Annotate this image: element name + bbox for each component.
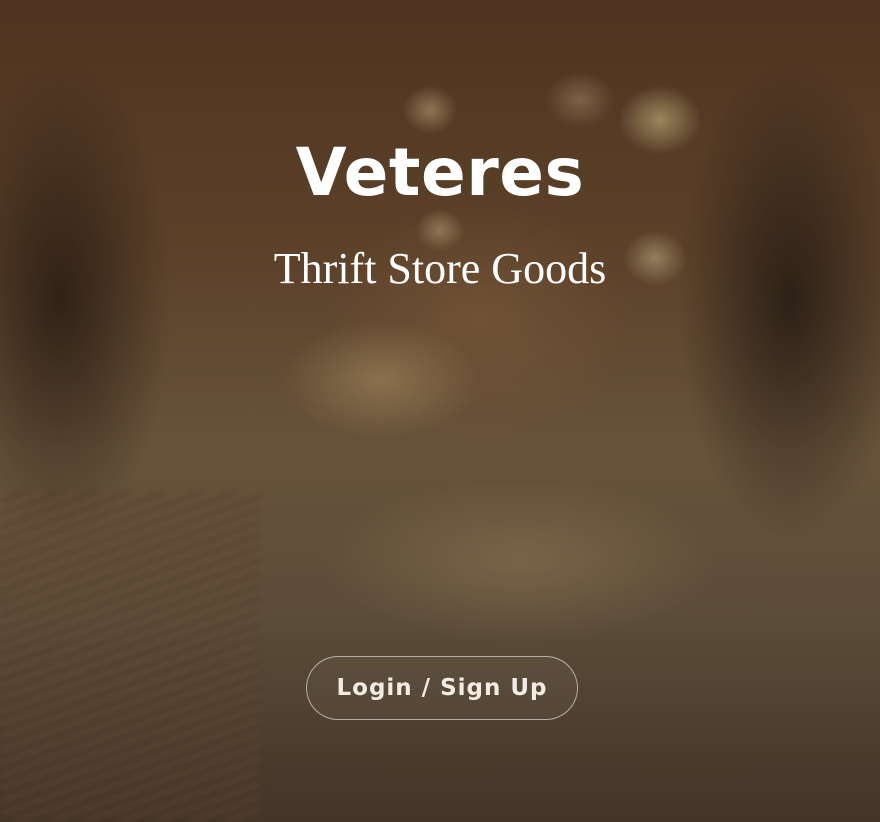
hero-content: Veteres Thrift Store Goods Login / Sign …	[0, 0, 880, 822]
login-signup-button[interactable]: Login / Sign Up	[306, 656, 578, 720]
brand-tagline: Thrift Store Goods	[273, 244, 607, 293]
brand-title: Veteres	[295, 134, 585, 211]
hero-section: Veteres Thrift Store Goods Login / Sign …	[0, 0, 880, 822]
